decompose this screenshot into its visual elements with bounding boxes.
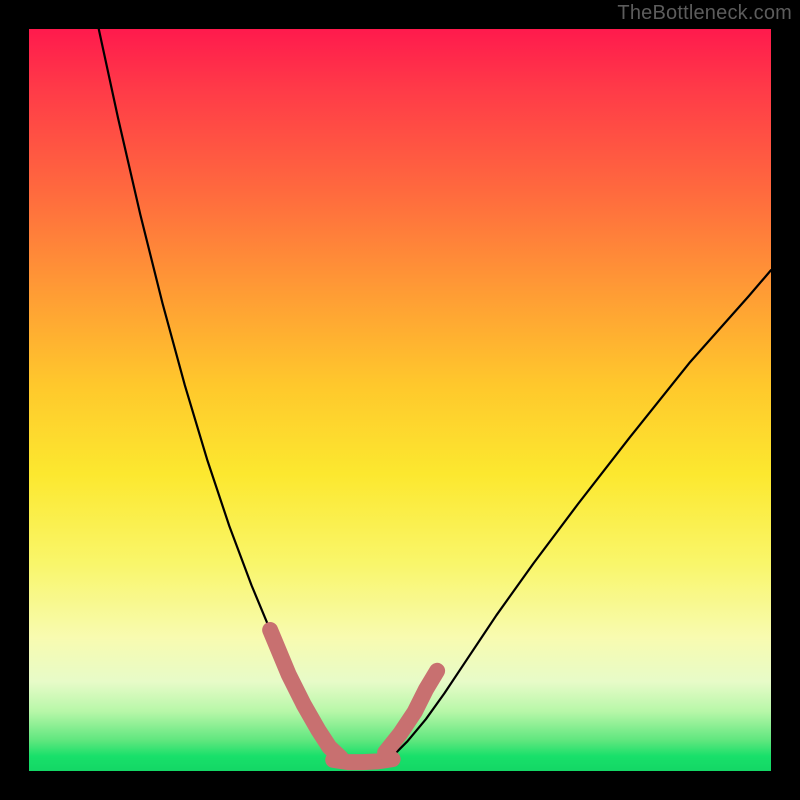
series-left-branch xyxy=(99,29,341,758)
plot-area xyxy=(29,29,771,771)
series-highlight-right xyxy=(385,671,437,753)
series-highlight-left xyxy=(270,630,340,758)
curves-layer xyxy=(29,29,771,771)
chart-frame: TheBottleneck.com xyxy=(0,0,800,800)
series-right-branch xyxy=(393,270,771,756)
watermark-text: TheBottleneck.com xyxy=(617,2,792,25)
